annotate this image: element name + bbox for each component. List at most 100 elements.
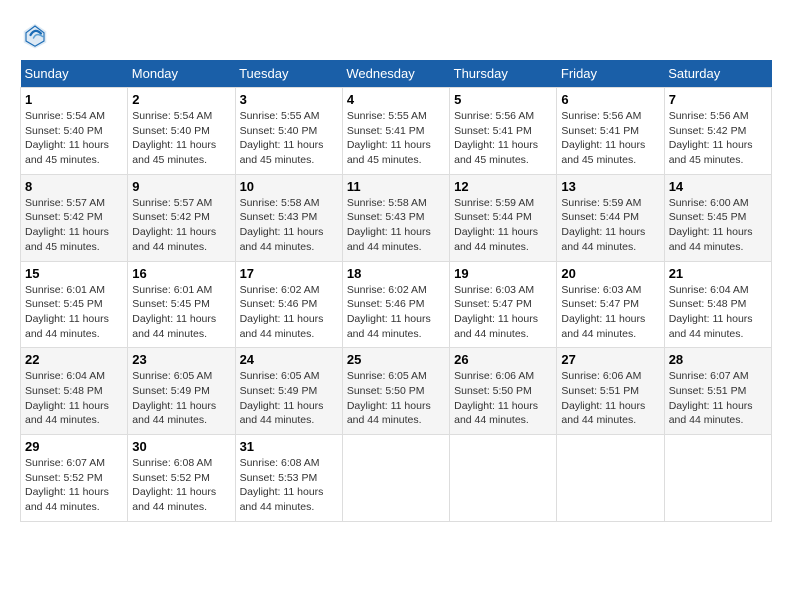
day-info: Sunrise: 6:02 AMSunset: 5:46 PMDaylight:… [347, 283, 445, 342]
calendar-cell: 25 Sunrise: 6:05 AMSunset: 5:50 PMDayligh… [342, 348, 449, 435]
day-info: Sunrise: 5:56 AMSunset: 5:41 PMDaylight:… [454, 109, 552, 168]
day-info: Sunrise: 6:01 AMSunset: 5:45 PMDaylight:… [132, 283, 230, 342]
day-number: 18 [347, 266, 445, 281]
calendar-cell: 21 Sunrise: 6:04 AMSunset: 5:48 PMDayligh… [664, 261, 771, 348]
day-info: Sunrise: 5:59 AMSunset: 5:44 PMDaylight:… [454, 196, 552, 255]
day-info: Sunrise: 6:00 AMSunset: 5:45 PMDaylight:… [669, 196, 767, 255]
calendar-cell [450, 435, 557, 522]
calendar-cell: 6Sunrise: 5:56 AMSunset: 5:41 PMDaylight… [557, 88, 664, 175]
calendar-cell: 15Sunrise: 6:01 AMSunset: 5:45 PMDayligh… [21, 261, 128, 348]
day-info: Sunrise: 6:01 AMSunset: 5:45 PMDaylight:… [25, 283, 123, 342]
day-number: 16 [132, 266, 230, 281]
logo-icon [20, 20, 50, 50]
calendar-cell: 19 Sunrise: 6:03 AMSunset: 5:47 PMDayligh… [450, 261, 557, 348]
calendar-week-5: 29 Sunrise: 6:07 AMSunset: 5:52 PMDayligh… [21, 435, 772, 522]
calendar-header-wednesday: Wednesday [342, 60, 449, 88]
calendar-cell [342, 435, 449, 522]
calendar-body: 1 Sunrise: 5:54 AMSunset: 5:40 PMDaylight… [21, 88, 772, 522]
calendar-week-3: 15Sunrise: 6:01 AMSunset: 5:45 PMDayligh… [21, 261, 772, 348]
day-number: 7 [669, 92, 767, 107]
logo [20, 20, 54, 50]
calendar-cell: 22Sunrise: 6:04 AMSunset: 5:48 PMDayligh… [21, 348, 128, 435]
day-info: Sunrise: 6:06 AMSunset: 5:50 PMDaylight:… [454, 369, 552, 428]
calendar-header-friday: Friday [557, 60, 664, 88]
calendar-cell: 17Sunrise: 6:02 AMSunset: 5:46 PMDayligh… [235, 261, 342, 348]
day-number: 8 [25, 179, 123, 194]
day-number: 10 [240, 179, 338, 194]
day-number: 24 [240, 352, 338, 367]
day-info: Sunrise: 6:06 AMSunset: 5:51 PMDaylight:… [561, 369, 659, 428]
day-number: 20 [561, 266, 659, 281]
calendar-header-tuesday: Tuesday [235, 60, 342, 88]
day-info: Sunrise: 6:03 AMSunset: 5:47 PMDaylight:… [454, 283, 552, 342]
day-number: 30 [132, 439, 230, 454]
day-info: Sunrise: 6:05 AMSunset: 5:49 PMDaylight:… [132, 369, 230, 428]
day-number: 13 [561, 179, 659, 194]
calendar-cell: 14 Sunrise: 6:00 AMSunset: 5:45 PMDayligh… [664, 174, 771, 261]
calendar-cell: 30Sunrise: 6:08 AMSunset: 5:52 PMDayligh… [128, 435, 235, 522]
day-number: 27 [561, 352, 659, 367]
day-number: 31 [240, 439, 338, 454]
day-number: 14 [669, 179, 767, 194]
calendar-cell: 26 Sunrise: 6:06 AMSunset: 5:50 PMDayligh… [450, 348, 557, 435]
calendar-cell: 12Sunrise: 5:59 AMSunset: 5:44 PMDayligh… [450, 174, 557, 261]
calendar-cell: 23 Sunrise: 6:05 AMSunset: 5:49 PMDayligh… [128, 348, 235, 435]
day-info: Sunrise: 5:59 AMSunset: 5:44 PMDaylight:… [561, 196, 659, 255]
day-number: 9 [132, 179, 230, 194]
calendar-cell: 5Sunrise: 5:56 AMSunset: 5:41 PMDaylight… [450, 88, 557, 175]
day-info: Sunrise: 5:57 AMSunset: 5:42 PMDaylight:… [25, 196, 123, 255]
day-number: 21 [669, 266, 767, 281]
calendar-cell: 8 Sunrise: 5:57 AMSunset: 5:42 PMDaylight… [21, 174, 128, 261]
calendar-cell: 1 Sunrise: 5:54 AMSunset: 5:40 PMDaylight… [21, 88, 128, 175]
day-info: Sunrise: 6:02 AMSunset: 5:46 PMDaylight:… [240, 283, 338, 342]
calendar-cell: 11 Sunrise: 5:58 AMSunset: 5:43 PMDayligh… [342, 174, 449, 261]
calendar-cell: 7 Sunrise: 5:56 AMSunset: 5:42 PMDaylight… [664, 88, 771, 175]
day-info: Sunrise: 5:55 AMSunset: 5:40 PMDaylight:… [240, 109, 338, 168]
day-info: Sunrise: 6:05 AMSunset: 5:50 PMDaylight:… [347, 369, 445, 428]
calendar-cell: 24 Sunrise: 6:05 AMSunset: 5:49 PMDayligh… [235, 348, 342, 435]
calendar-cell: 2Sunrise: 5:54 AMSunset: 5:40 PMDaylight… [128, 88, 235, 175]
calendar-cell: 10 Sunrise: 5:58 AMSunset: 5:43 PMDayligh… [235, 174, 342, 261]
calendar-week-1: 1 Sunrise: 5:54 AMSunset: 5:40 PMDaylight… [21, 88, 772, 175]
day-info: Sunrise: 5:54 AMSunset: 5:40 PMDaylight:… [132, 109, 230, 168]
calendar-cell: 29 Sunrise: 6:07 AMSunset: 5:52 PMDayligh… [21, 435, 128, 522]
day-info: Sunrise: 6:07 AMSunset: 5:52 PMDaylight:… [25, 456, 123, 515]
day-number: 23 [132, 352, 230, 367]
day-info: Sunrise: 5:55 AMSunset: 5:41 PMDaylight:… [347, 109, 445, 168]
calendar-header-monday: Monday [128, 60, 235, 88]
day-number: 1 [25, 92, 123, 107]
day-info: Sunrise: 5:58 AMSunset: 5:43 PMDaylight:… [240, 196, 338, 255]
day-info: Sunrise: 5:58 AMSunset: 5:43 PMDaylight:… [347, 196, 445, 255]
day-info: Sunrise: 5:57 AMSunset: 5:42 PMDaylight:… [132, 196, 230, 255]
calendar-cell: 27 Sunrise: 6:06 AMSunset: 5:51 PMDayligh… [557, 348, 664, 435]
day-info: Sunrise: 5:54 AMSunset: 5:40 PMDaylight:… [25, 109, 123, 168]
day-info: Sunrise: 6:05 AMSunset: 5:49 PMDaylight:… [240, 369, 338, 428]
calendar-cell [557, 435, 664, 522]
day-number: 29 [25, 439, 123, 454]
calendar-week-4: 22Sunrise: 6:04 AMSunset: 5:48 PMDayligh… [21, 348, 772, 435]
calendar-header-thursday: Thursday [450, 60, 557, 88]
day-info: Sunrise: 6:08 AMSunset: 5:53 PMDaylight:… [240, 456, 338, 515]
calendar-table: SundayMondayTuesdayWednesdayThursdayFrid… [20, 60, 772, 522]
calendar-cell: 9 Sunrise: 5:57 AMSunset: 5:42 PMDaylight… [128, 174, 235, 261]
day-number: 28 [669, 352, 767, 367]
day-info: Sunrise: 6:04 AMSunset: 5:48 PMDaylight:… [669, 283, 767, 342]
calendar-header-saturday: Saturday [664, 60, 771, 88]
calendar-cell: 4 Sunrise: 5:55 AMSunset: 5:41 PMDaylight… [342, 88, 449, 175]
calendar-cell: 20Sunrise: 6:03 AMSunset: 5:47 PMDayligh… [557, 261, 664, 348]
day-number: 25 [347, 352, 445, 367]
calendar-cell: 3Sunrise: 5:55 AMSunset: 5:40 PMDaylight… [235, 88, 342, 175]
day-number: 4 [347, 92, 445, 107]
header [20, 20, 772, 50]
calendar-cell: 16 Sunrise: 6:01 AMSunset: 5:45 PMDayligh… [128, 261, 235, 348]
calendar-cell: 31 Sunrise: 6:08 AMSunset: 5:53 PMDayligh… [235, 435, 342, 522]
day-number: 6 [561, 92, 659, 107]
day-number: 22 [25, 352, 123, 367]
day-number: 19 [454, 266, 552, 281]
day-number: 11 [347, 179, 445, 194]
calendar-week-2: 8 Sunrise: 5:57 AMSunset: 5:42 PMDaylight… [21, 174, 772, 261]
calendar-header-row: SundayMondayTuesdayWednesdayThursdayFrid… [21, 60, 772, 88]
day-number: 26 [454, 352, 552, 367]
calendar-header-sunday: Sunday [21, 60, 128, 88]
day-info: Sunrise: 5:56 AMSunset: 5:42 PMDaylight:… [669, 109, 767, 168]
